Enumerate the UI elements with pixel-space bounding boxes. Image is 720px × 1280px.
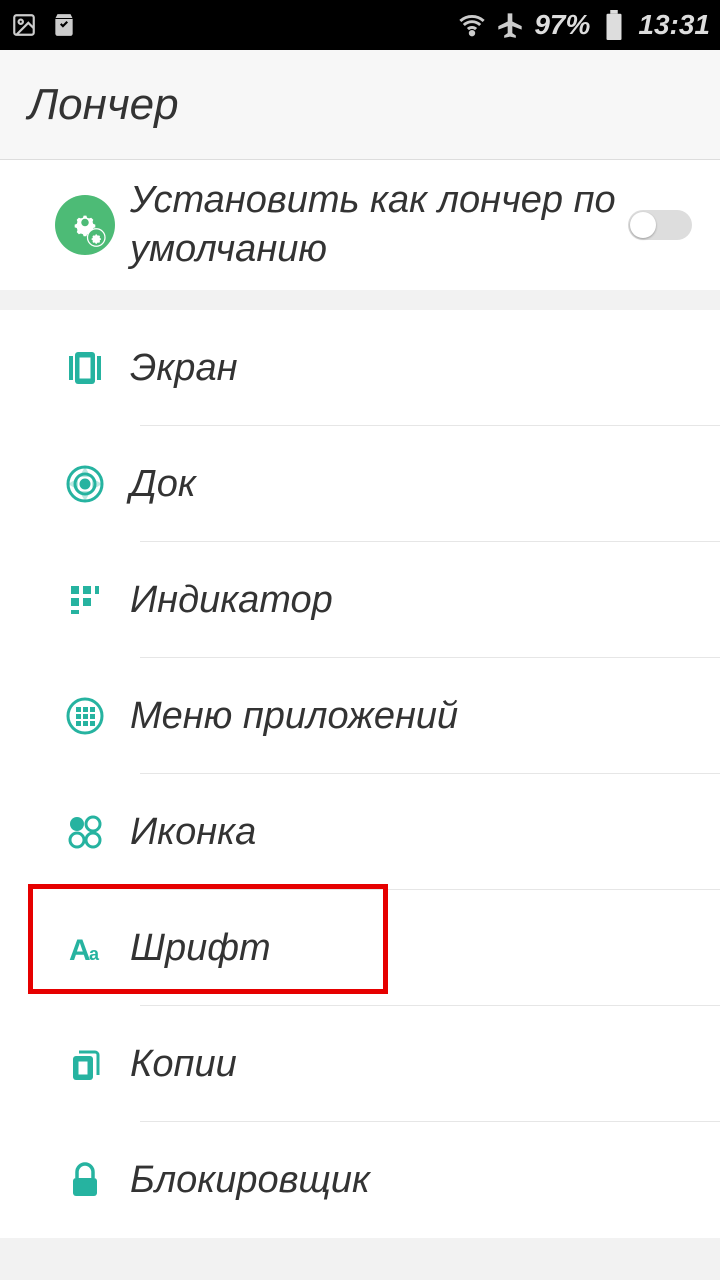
settings-row-label: Иконка (130, 811, 700, 854)
battery-icon (600, 11, 628, 39)
svg-text:a: a (89, 944, 100, 964)
settings-row-label: Док (130, 463, 700, 506)
settings-row-copies[interactable]: Копии (0, 1006, 720, 1122)
wifi-icon (458, 11, 486, 39)
status-bar-right: 97% 13:31 (458, 9, 710, 41)
appmenu-icon (40, 694, 130, 738)
default-launcher-section: Установить как лончер по умолчанию (0, 160, 720, 290)
indicator-icon (40, 578, 130, 622)
default-launcher-toggle[interactable] (620, 210, 700, 240)
settings-row-icon[interactable]: Иконка (0, 774, 720, 890)
settings-row-label: Шрифт (130, 927, 700, 970)
set-default-launcher-label: Установить как лончер по умолчанию (130, 176, 620, 275)
settings-row-label: Блокировщик (130, 1159, 700, 1202)
settings-row-dock[interactable]: Док (0, 426, 720, 542)
settings-list: Экран Док Индикатор (0, 310, 720, 1238)
settings-row-indicator[interactable]: Индикатор (0, 542, 720, 658)
settings-row-appmenu[interactable]: Меню приложений (0, 658, 720, 774)
page-title: Лончер (28, 80, 179, 130)
dock-icon (40, 462, 130, 506)
copies-icon (40, 1042, 130, 1086)
svg-text:A: A (69, 934, 91, 967)
airplane-icon (496, 11, 524, 39)
section-gap (0, 290, 720, 310)
toggle-off-icon (628, 210, 692, 240)
settings-row-screen[interactable]: Экран (0, 310, 720, 426)
settings-row-label: Копии (130, 1043, 700, 1086)
settings-row-label: Индикатор (130, 579, 700, 622)
font-icon: A a (40, 926, 130, 970)
screen-icon (40, 346, 130, 390)
status-bar-left (10, 11, 78, 39)
settings-row-label: Экран (130, 347, 700, 390)
settings-row-blocker[interactable]: Блокировщик (0, 1122, 720, 1238)
clock: 13:31 (638, 9, 710, 41)
page-header: Лончер (0, 50, 720, 160)
settings-row-label: Меню приложений (130, 695, 700, 738)
set-default-launcher-row[interactable]: Установить как лончер по умолчанию (0, 160, 720, 290)
shopping-bag-icon (50, 11, 78, 39)
battery-percent: 97% (534, 9, 590, 41)
lock-icon (40, 1158, 130, 1202)
settings-row-font[interactable]: A a Шрифт (0, 890, 720, 1006)
iconset-icon (40, 810, 130, 854)
image-icon (10, 11, 38, 39)
status-bar: 97% 13:31 (0, 0, 720, 50)
settings-gear-icon (40, 195, 130, 255)
